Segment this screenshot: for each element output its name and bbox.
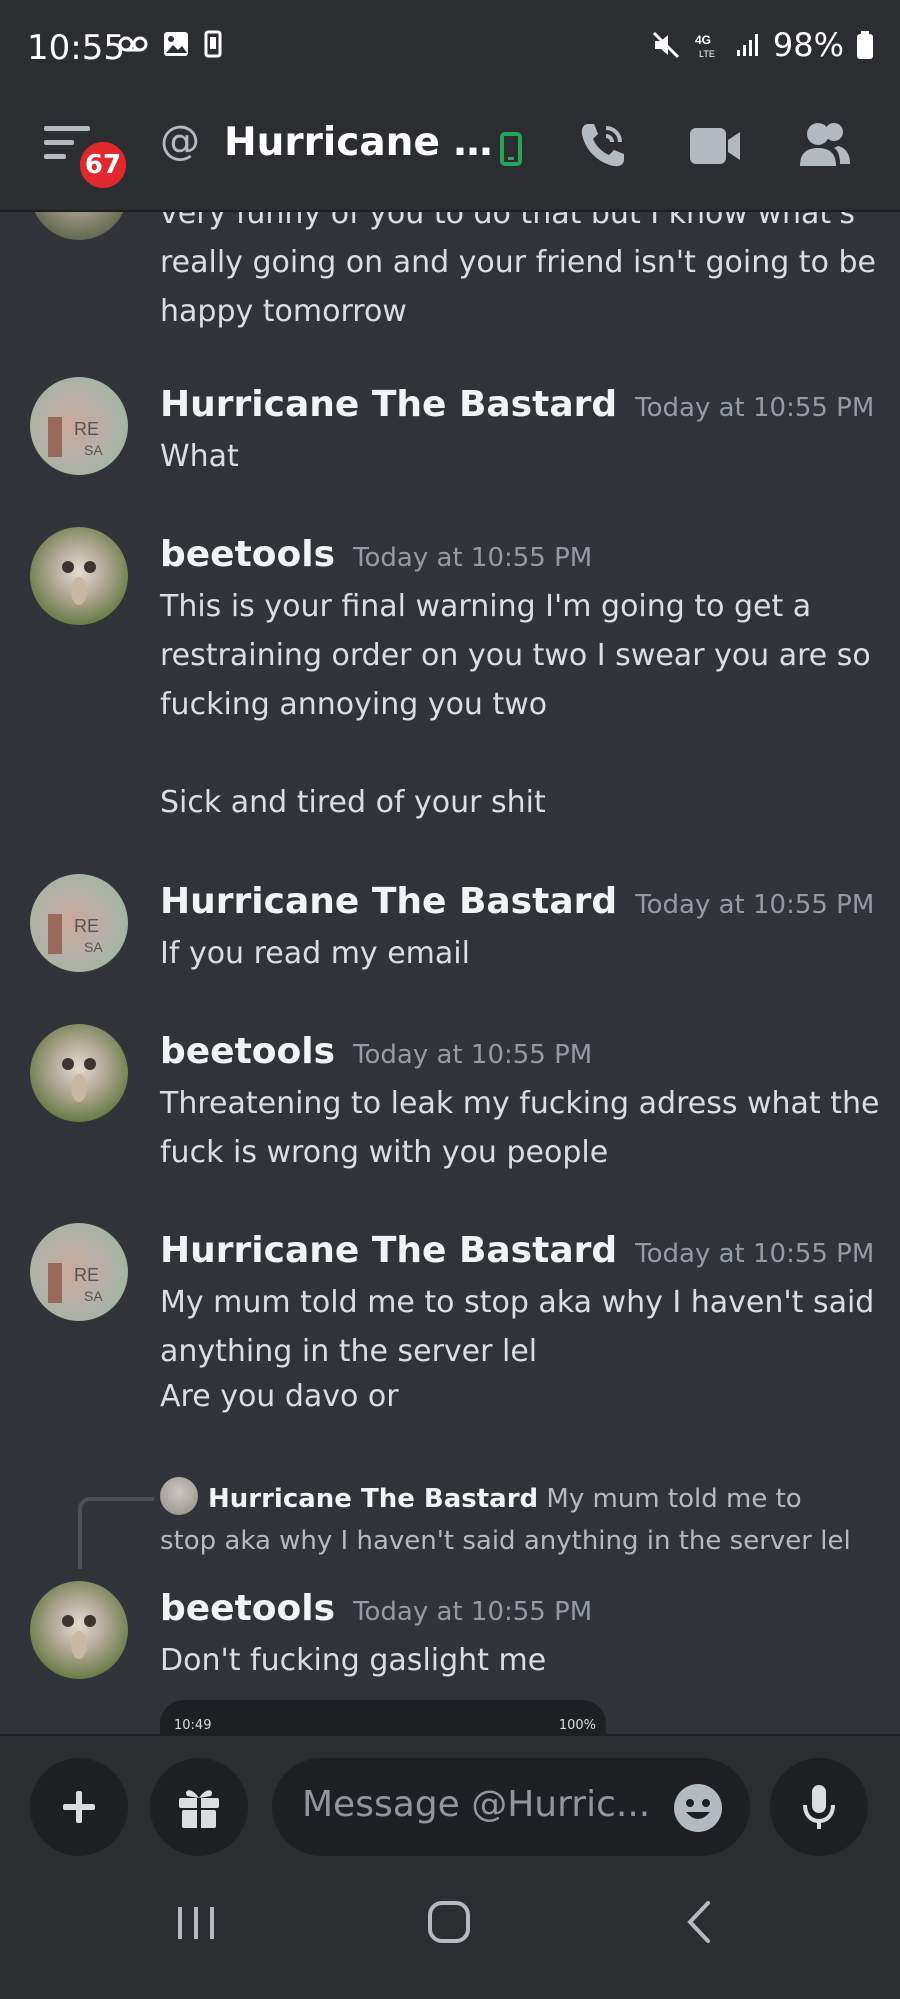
recent-apps-icon[interactable] (174, 1901, 218, 1945)
home-icon[interactable] (426, 1899, 472, 1945)
video-call-icon[interactable] (688, 126, 742, 166)
message-timestamp: Today at 10:55 PM (635, 890, 875, 920)
message-text: Don't fucking gaslight me (160, 1643, 547, 1678)
svg-text:RE: RE (74, 1265, 99, 1285)
status-notification-icons (118, 30, 222, 58)
message-placeholder: Message @Hurric... (302, 1784, 651, 1825)
svg-text:LTE: LTE (699, 49, 715, 59)
svg-text:RE: RE (74, 916, 99, 936)
status-time: 10:55 (27, 28, 125, 68)
reply-preview[interactable]: Hurricane The Bastard My mum told me to … (160, 1477, 860, 1562)
signal-icon (736, 34, 758, 56)
plus-icon (63, 1791, 95, 1823)
message-author[interactable]: Hurricane The Bastard (160, 1230, 617, 1271)
gift-icon (179, 1790, 219, 1828)
reply-connector (78, 1497, 154, 1569)
message-author[interactable]: beetools (160, 1031, 335, 1072)
page-title[interactable]: Hurricane Th... (224, 120, 494, 165)
avatar[interactable] (30, 212, 128, 240)
avatar[interactable] (30, 527, 128, 625)
message-text: What (160, 439, 239, 474)
back-icon[interactable] (680, 1899, 720, 1945)
avatar[interactable]: RE SA (30, 874, 128, 972)
svg-text:SA: SA (84, 442, 103, 458)
microphone-icon (803, 1785, 835, 1829)
attachment-time: 10:49 (174, 1718, 212, 1733)
reply-avatar (160, 1477, 198, 1515)
avatar[interactable] (30, 1024, 128, 1122)
mute-icon (652, 31, 679, 59)
message-text: very funny of you to do that but I know … (160, 212, 876, 329)
message-text: This is your final warning I'm going to … (160, 589, 871, 722)
message-timestamp: Today at 10:55 PM (635, 1239, 875, 1269)
attachment-battery: 100% (558, 1718, 596, 1733)
reply-author: Hurricane The Bastard (208, 1484, 539, 1514)
avatar-art (62, 561, 96, 605)
message-author[interactable]: Hurricane The Bastard (160, 881, 617, 922)
message-input[interactable]: Message @Hurric... (272, 1758, 750, 1856)
system-nav-bar (0, 1859, 900, 1999)
svg-text:SA: SA (84, 1288, 103, 1304)
avatar-art (62, 1058, 96, 1102)
message-timestamp: Today at 10:55 PM (353, 1040, 593, 1070)
message-text: Are you davo or (160, 1379, 399, 1414)
avatar-art (62, 1615, 96, 1659)
lte-icon: 4G LTE (695, 33, 715, 59)
mobile-status-icon (500, 132, 522, 166)
message-text: Sick and tired of your shit (160, 785, 546, 820)
message-author[interactable]: beetools (160, 534, 335, 575)
message-text: If you read my email (160, 936, 470, 971)
svg-text:RE: RE (74, 419, 99, 439)
message-list[interactable]: very funny of you to do that but I know … (0, 212, 900, 1734)
battery-percent: 98% (772, 26, 844, 64)
svg-text:4G: 4G (695, 33, 711, 47)
message-text: Threatening to leak my fucking adress wh… (160, 1086, 880, 1170)
voice-call-icon[interactable] (578, 120, 628, 170)
message-timestamp: Today at 10:55 PM (353, 1597, 593, 1627)
message-author[interactable]: Hurricane The Bastard (160, 384, 617, 425)
members-icon[interactable] (798, 120, 852, 168)
avatar[interactable]: RE SA (30, 1223, 128, 1321)
device-icon (204, 30, 222, 58)
status-bar: 10:55 4G LTE 98% (0, 0, 900, 100)
avatar-art: RE SA (48, 914, 103, 955)
avatar-art: RE SA (48, 417, 103, 458)
voicemail-icon (118, 36, 148, 52)
battery-icon (857, 31, 873, 59)
message-author[interactable]: beetools (160, 1588, 335, 1629)
emoji-icon[interactable] (672, 1782, 724, 1834)
gallery-icon (164, 32, 188, 56)
add-attachment-button[interactable] (30, 1758, 128, 1856)
svg-text:SA: SA (84, 939, 103, 955)
avatar-art: RE SA (48, 1263, 103, 1304)
message-timestamp: Today at 10:55 PM (353, 543, 593, 573)
unread-badge: 67 (76, 138, 130, 192)
message-timestamp: Today at 10:55 PM (635, 393, 875, 423)
gift-button[interactable] (150, 1758, 248, 1856)
message-text: My mum told me to stop aka why I haven't… (160, 1285, 875, 1369)
at-icon: @ (160, 118, 200, 164)
image-attachment[interactable]: 10:49 100% (160, 1700, 606, 1734)
avatar[interactable]: RE SA (30, 377, 128, 475)
message-composer: Message @Hurric... (0, 1734, 900, 1859)
status-system-icons: 4G LTE 98% (651, 26, 874, 64)
voice-message-button[interactable] (770, 1758, 868, 1856)
avatar[interactable] (30, 1581, 128, 1679)
